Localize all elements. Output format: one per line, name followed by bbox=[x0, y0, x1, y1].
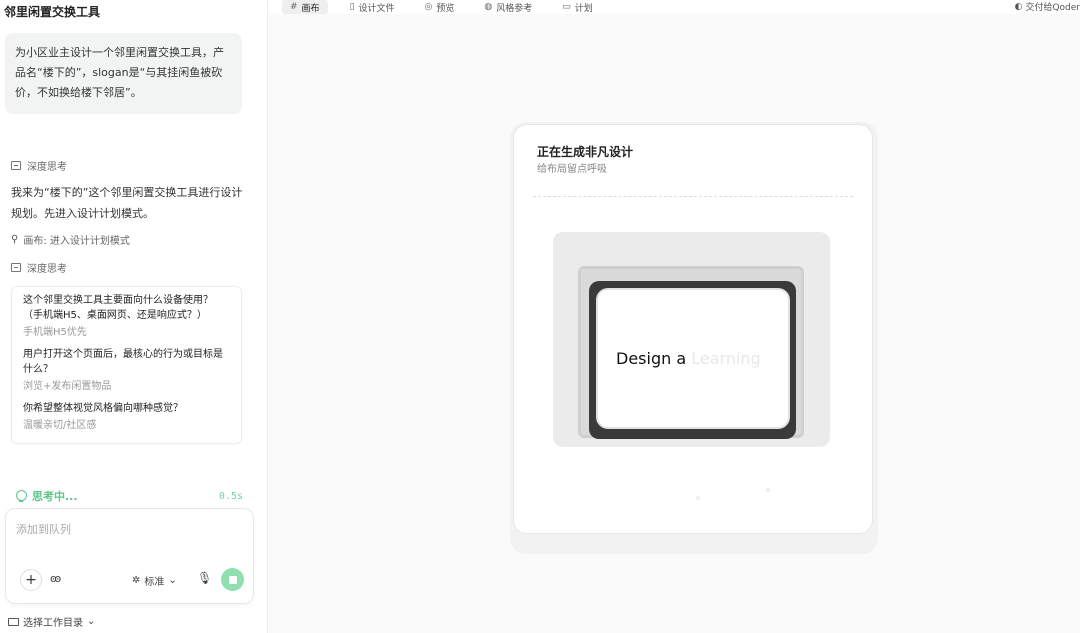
chat-sidebar: 邻里闲置交换工具 为小区业主设计一个邻里闲置交换工具，产品名“楼下的”，slog… bbox=[0, 0, 268, 633]
chevron-down-icon: ⌄ bbox=[87, 616, 96, 627]
eye-icon: ◎ bbox=[424, 2, 433, 12]
thinking-icon bbox=[11, 263, 21, 272]
illustration-text-main: Design a bbox=[616, 349, 687, 368]
thinking-timer: 0.5s bbox=[218, 490, 243, 502]
decorative-dot bbox=[766, 488, 770, 492]
thinking-status-label: 思考中... bbox=[32, 490, 78, 503]
tab-canvas[interactable]: # 画布 bbox=[282, 0, 328, 14]
qa-question: 这个邻里交换工具主要面向什么设备使用？（手机端H5、桌面网页、还是响应式？） bbox=[23, 295, 213, 321]
deliver-icon: ◐ bbox=[1014, 1, 1023, 12]
chat-input-box[interactable]: 添加到队列 + ꙭ ✲ 标准 ⌄ 🎙 bbox=[5, 508, 254, 604]
qa-question: 你希望整体视觉风格偏向哪种感觉？ bbox=[23, 403, 183, 414]
folder-icon bbox=[8, 617, 19, 626]
stop-button[interactable] bbox=[221, 568, 244, 591]
chat-input-placeholder[interactable]: 添加到队列 bbox=[16, 521, 71, 537]
chevron-down-icon: ⌄ bbox=[168, 575, 177, 586]
deliver-label: 交付给Qoder bbox=[1025, 3, 1080, 13]
add-attachment-button[interactable]: + bbox=[20, 569, 42, 591]
palette-icon: ◍ bbox=[484, 2, 493, 12]
clipboard-icon: ▭ bbox=[562, 2, 571, 12]
qa-item: 这个邻里交换工具主要面向什么设备使用？（手机端H5、桌面网页、还是响应式？） 手… bbox=[23, 293, 230, 340]
illustration-text: Design a Learning bbox=[616, 349, 761, 368]
assistant-reply: 我来为“楼下的”这个邻里闲置交换工具进行设计规划。先进入设计计划模式。 bbox=[11, 186, 243, 220]
wrench-icon: ⚲ bbox=[11, 234, 19, 245]
file-icon: ▯ bbox=[349, 2, 355, 12]
select-workdir-button[interactable]: 选择工作目录 ⌄ bbox=[8, 614, 95, 629]
qa-answer: 手机端H5优先 bbox=[23, 327, 87, 338]
mode-label: 标准 bbox=[144, 577, 165, 588]
workdir-label: 选择工作目录 bbox=[23, 618, 83, 629]
illustration-text-typing: Learning bbox=[691, 349, 761, 368]
tool-call-row[interactable]: ⚲ 画布: 进入设计计划模式 bbox=[11, 232, 130, 247]
qa-question: 用户打开这个页面后，最核心的行为或目标是什么？ bbox=[23, 349, 223, 375]
qa-answer: 温暖亲切/社区感 bbox=[23, 420, 97, 431]
tab-style-reference[interactable]: ◍ 风格参考 bbox=[476, 0, 540, 14]
qa-item: 用户打开这个页面后，最核心的行为或目标是什么？ 浏览+发布闲置物品 bbox=[23, 347, 230, 394]
mode-selector[interactable]: ✲ 标准 ⌄ bbox=[132, 573, 177, 588]
tab-preview[interactable]: ◎ 预览 bbox=[417, 0, 463, 14]
deep-thinking-toggle-2[interactable]: 深度思考 bbox=[11, 260, 67, 275]
qa-answer: 浏览+发布闲置物品 bbox=[23, 381, 112, 392]
qa-item: 你希望整体视觉风格偏向哪种感觉？ 温暖亲切/社区感 bbox=[23, 401, 230, 433]
tab-label: 预览 bbox=[436, 3, 455, 14]
tab-plan[interactable]: ▭ 计划 bbox=[554, 0, 601, 14]
tab-label: 设计文件 bbox=[358, 3, 395, 14]
generation-subtitle: 给布局留点呼吸 bbox=[537, 164, 607, 175]
tool-call-label: 画布: 进入设计计划模式 bbox=[23, 236, 130, 247]
tab-label: 画布 bbox=[301, 3, 320, 14]
qa-card: 这个邻里交换工具主要面向什么设备使用？（手机端H5、桌面网页、还是响应式？） 手… bbox=[11, 286, 242, 444]
deep-thinking-label: 深度思考 bbox=[27, 264, 67, 275]
tab-label: 计划 bbox=[574, 3, 593, 14]
thinking-icon bbox=[11, 161, 21, 170]
sparkle-icon: ✲ bbox=[132, 575, 141, 586]
generation-title: 正在生成非凡设计 bbox=[537, 145, 634, 159]
tab-design-files[interactable]: ▯ 设计文件 bbox=[342, 0, 403, 14]
thinking-status: 思考中... 0.5s bbox=[16, 488, 243, 504]
microphone-icon[interactable]: 🎙 bbox=[197, 571, 212, 585]
project-title: 邻里闲置交换工具 bbox=[4, 5, 101, 19]
top-tab-bar: # 画布 ▯ 设计文件 ◎ 预览 ◍ 风格参考 ▭ 计划 bbox=[282, 0, 615, 14]
tab-label: 风格参考 bbox=[496, 3, 533, 14]
deep-thinking-toggle-1[interactable]: 深度思考 bbox=[11, 158, 67, 173]
grid-icon: # bbox=[290, 2, 298, 12]
user-prompt-bubble: 为小区业主设计一个邻里闲置交换工具，产品名“楼下的”，slogan是“与其挂闲鱼… bbox=[5, 33, 242, 114]
deliver-button[interactable]: ◐ 交付给Qoder bbox=[1014, 0, 1080, 14]
deep-thinking-label: 深度思考 bbox=[27, 162, 67, 173]
stop-icon bbox=[228, 575, 237, 584]
glasses-icon[interactable]: ꙭ bbox=[50, 572, 61, 585]
lightbulb-icon bbox=[16, 490, 27, 502]
divider bbox=[533, 196, 853, 197]
decorative-dot bbox=[696, 496, 700, 500]
